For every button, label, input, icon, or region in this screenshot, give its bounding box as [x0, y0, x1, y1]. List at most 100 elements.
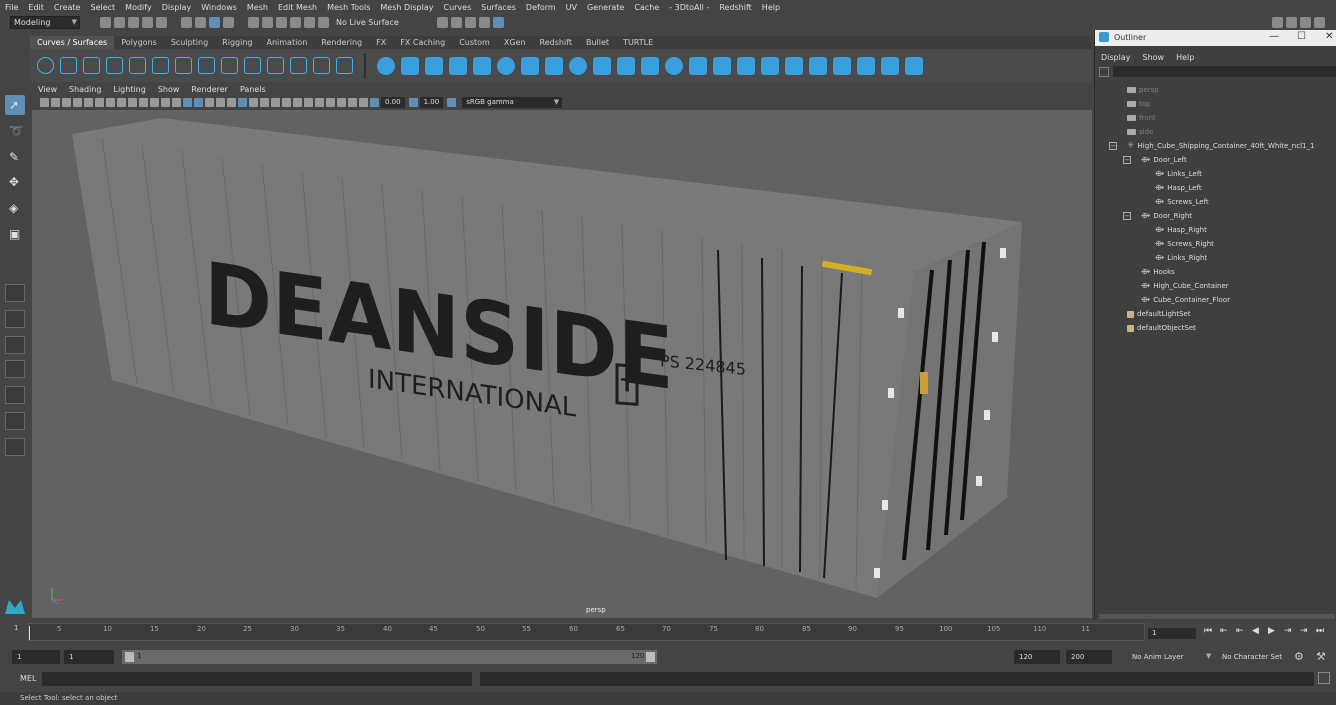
- redo-icon[interactable]: [156, 17, 167, 28]
- current-time-marker[interactable]: [29, 626, 30, 640]
- outliner-item-hooks[interactable]: ⟴ Hooks: [1141, 266, 1175, 278]
- curve-detach-icon[interactable]: [221, 57, 238, 74]
- menu-windows[interactable]: Windows: [196, 3, 242, 12]
- arc-icon[interactable]: [152, 57, 169, 74]
- curve-attach-icon[interactable]: [198, 57, 215, 74]
- snap-view-icon[interactable]: [290, 17, 301, 28]
- color-management-icon[interactable]: [447, 98, 457, 107]
- trim-tool-icon[interactable]: [737, 56, 755, 75]
- shelf-tab-fx-caching[interactable]: FX Caching: [393, 36, 452, 49]
- frame-selected-icon[interactable]: [359, 98, 368, 107]
- collapse-icon[interactable]: −: [1109, 142, 1117, 150]
- new-scene-icon[interactable]: [100, 17, 111, 28]
- collapse-icon[interactable]: −: [1123, 212, 1131, 220]
- outliner-item-root[interactable]: ✳ High_Cube_Shipping_Container_40ft_White…: [1127, 140, 1314, 152]
- menu-surfaces[interactable]: Surfaces: [476, 3, 521, 12]
- exposure-icon[interactable]: [370, 98, 379, 107]
- shelf-tab-bullet[interactable]: Bullet: [579, 36, 616, 49]
- curve-insert-knot-icon[interactable]: [244, 57, 261, 74]
- select-component-icon[interactable]: [209, 17, 220, 28]
- animation-end-field[interactable]: 200: [1066, 650, 1112, 664]
- layout-icon[interactable]: [1272, 17, 1283, 28]
- menu-3dtoall[interactable]: - 3DtoAll -: [664, 3, 714, 12]
- close-icon[interactable]: ✕: [1325, 31, 1333, 42]
- shelf-tab-xgen[interactable]: XGen: [497, 36, 533, 49]
- anti-alias-icon[interactable]: [271, 98, 280, 107]
- layout-three-icon[interactable]: [1300, 17, 1311, 28]
- planar-icon[interactable]: [569, 56, 587, 75]
- view-transform-select[interactable]: sRGB gamma ▼: [462, 97, 563, 108]
- reverse-surface-icon[interactable]: [905, 56, 923, 75]
- snap-grid-icon[interactable]: [248, 17, 259, 28]
- rotate-tool[interactable]: ◈: [5, 198, 25, 218]
- surface-detach-icon[interactable]: [809, 56, 827, 75]
- playback-end-field[interactable]: 120: [1014, 650, 1060, 664]
- select-object-icon[interactable]: [195, 17, 206, 28]
- open-scene-icon[interactable]: [114, 17, 125, 28]
- single-view-layout-icon[interactable]: [5, 284, 25, 302]
- select-tool[interactable]: ➚: [5, 95, 25, 115]
- curve-rebuild-icon[interactable]: [313, 57, 330, 74]
- snap-surface-icon[interactable]: [304, 17, 315, 28]
- outliner-menu-help[interactable]: Help: [1170, 53, 1200, 62]
- menu-mesh-display[interactable]: Mesh Display: [375, 3, 438, 12]
- render-frame-icon[interactable]: [450, 17, 462, 28]
- go-to-end-icon[interactable]: ⏭: [1316, 626, 1324, 636]
- menu-edit[interactable]: Edit: [23, 3, 49, 12]
- chevron-down-icon[interactable]: ▼: [1206, 652, 1211, 660]
- grease-pencil-icon[interactable]: [95, 98, 104, 107]
- range-start-handle[interactable]: [125, 652, 134, 662]
- nurbs-cone-icon[interactable]: [449, 56, 467, 75]
- nurbs-circle-icon[interactable]: [37, 57, 54, 74]
- film-gate-icon[interactable]: [117, 98, 126, 107]
- paint-select-tool[interactable]: ✎: [5, 147, 25, 167]
- current-frame-field[interactable]: 1: [1148, 628, 1196, 639]
- surface-attach-icon[interactable]: [785, 56, 803, 75]
- viewport-menu-panels[interactable]: Panels: [234, 85, 272, 94]
- layout-two-icon[interactable]: [1286, 17, 1297, 28]
- shelf-tab-animation[interactable]: Animation: [259, 36, 314, 49]
- frame-all-icon[interactable]: [348, 98, 357, 107]
- ep-curve-icon[interactable]: [106, 57, 123, 74]
- viewport-menu-shading[interactable]: Shading: [63, 85, 108, 94]
- shelf-tab-fx[interactable]: FX: [369, 36, 393, 49]
- cv-curve-icon[interactable]: [83, 57, 100, 74]
- textured-icon[interactable]: [216, 98, 225, 107]
- script-editor-icon[interactable]: [1318, 672, 1330, 684]
- menu-generate[interactable]: Generate: [582, 3, 629, 12]
- curve-extend-icon[interactable]: [267, 57, 284, 74]
- menu-cache[interactable]: Cache: [629, 3, 664, 12]
- outliner-menu-display[interactable]: Display: [1095, 53, 1137, 62]
- outliner-item-links-left[interactable]: ⟴ Links_Left: [1155, 168, 1202, 180]
- camera-attributes-icon[interactable]: [51, 98, 60, 107]
- menu-select[interactable]: Select: [85, 3, 120, 12]
- menu-help[interactable]: Help: [757, 3, 785, 12]
- go-to-start-icon[interactable]: ⏮: [1204, 626, 1212, 636]
- wireframe-icon[interactable]: [183, 98, 192, 107]
- layout-four-icon[interactable]: [1314, 17, 1325, 28]
- viewport-menu-renderer[interactable]: Renderer: [185, 85, 234, 94]
- outliner-item-hasp-left[interactable]: ⟴ Hasp_Left: [1155, 182, 1202, 194]
- outliner-item-screws-left[interactable]: ⟴ Screws_Left: [1155, 196, 1209, 208]
- playback-prefs-icon[interactable]: ⚙: [1294, 650, 1304, 663]
- outliner-item-hasp-right[interactable]: ⟴ Hasp_Right: [1155, 224, 1207, 236]
- anim-layer-select[interactable]: No Anim Layer: [1128, 650, 1208, 664]
- use-lights-icon[interactable]: [227, 98, 236, 107]
- snap-point-icon[interactable]: [276, 17, 287, 28]
- rebuild-surface-icon[interactable]: [881, 56, 899, 75]
- surface-project-icon[interactable]: [713, 56, 731, 75]
- xray-joints-icon[interactable]: [315, 98, 324, 107]
- bevel-plus-icon[interactable]: [689, 56, 707, 75]
- safe-title-icon[interactable]: [172, 98, 181, 107]
- shelf-tab-sculpting[interactable]: Sculpting: [164, 36, 215, 49]
- image-plane-icon[interactable]: [73, 98, 82, 107]
- play-forwards-icon[interactable]: ▶: [1268, 626, 1275, 636]
- boundary-icon[interactable]: [641, 56, 659, 75]
- animation-prefs-icon[interactable]: ⚒: [1316, 650, 1326, 663]
- mel-label[interactable]: MEL: [20, 674, 36, 683]
- gate-mask-icon[interactable]: [139, 98, 148, 107]
- save-scene-icon[interactable]: [128, 17, 139, 28]
- menu-uv[interactable]: UV: [561, 3, 582, 12]
- shelf-tab-rigging[interactable]: Rigging: [215, 36, 259, 49]
- curve-offset-icon[interactable]: [290, 57, 307, 74]
